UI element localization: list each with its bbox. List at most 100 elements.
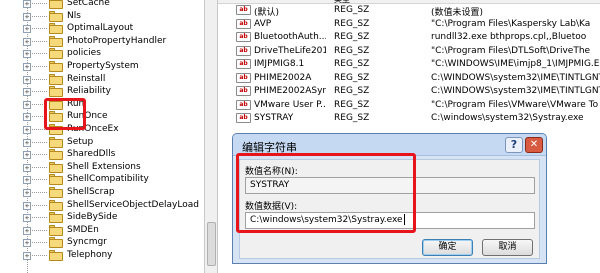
registry-tree: + SetCache + Nls + OptimalLayout + PhotoPropert… (0, 0, 204, 273)
string-value-icon: ab (236, 59, 251, 69)
tree-item-nls[interactable]: + Nls (0, 10, 204, 23)
folder-icon (49, 48, 63, 60)
value-row[interactable]: ab BluetoothAuth... REG_SZ rundll32.exe bth… (218, 31, 600, 44)
tree-item-propertysystem[interactable]: + PropertySystem (0, 60, 204, 73)
folder-icon (49, 61, 63, 72)
tree-item-sidebyside[interactable]: + SideBySide (0, 211, 204, 224)
value-row[interactable]: ab VMware User P... REG_SZ "C:\Program File… (218, 99, 600, 112)
value-row[interactable]: ab IMJPMIG8.1 REG_SZ "C:\WINDOWS\IME\imjp8_… (218, 58, 600, 71)
value-row[interactable]: ab SYSTRAY REG_SZ C:\windows\system32\Systr… (218, 112, 600, 125)
tree-item-reliability[interactable]: + Reliability (0, 85, 204, 98)
expand-icon[interactable]: + (23, 37, 31, 46)
tree-item-policies[interactable]: + policies (0, 47, 204, 60)
expand-icon[interactable]: + (23, 25, 31, 34)
tree-item-setup[interactable]: + Setup (0, 136, 204, 149)
value-data-cell: "C:\WINDOWS\IME\imjp8_1\IMJPMIG.EX (431, 59, 600, 69)
tree-item-label: Telephony (67, 250, 113, 260)
value-data-cell: "C:\Program Files\VMware\VMware To (431, 99, 599, 110)
close-button[interactable]: ✕ (525, 137, 543, 153)
tree-item-telephony[interactable]: + Telephony (0, 249, 204, 262)
tree-item-label: OptimalLayout (67, 23, 134, 34)
tree-scrollbar[interactable] (204, 0, 218, 273)
tree-item-label: SharedDlls (67, 149, 116, 160)
folder-icon (49, 174, 63, 186)
value-name-cell: BluetoothAuth... (254, 32, 326, 42)
scrollbar-thumb[interactable] (207, 222, 216, 266)
tree-connector (27, 78, 47, 80)
value-row[interactable]: ab AVP REG_SZ "C:\Program Files\Kaspersky L… (218, 18, 600, 31)
tree-item-shellcompatibility[interactable]: + ShellCompatibility (0, 173, 204, 186)
value-name-cell: IMJPMIG8.1 (254, 59, 305, 69)
tree-item-syncmgr[interactable]: + Syncmgr (0, 236, 204, 249)
expand-icon[interactable]: + (23, 252, 31, 260)
value-data-cell: "C:\Program Files\DTLSoft\DriveThe (431, 45, 591, 56)
value-name-cell: (默认) (254, 8, 280, 18)
expand-icon[interactable]: + (23, 176, 31, 185)
value-name-field: SYSTRAY (245, 177, 535, 194)
tree-connector (27, 66, 47, 67)
tree-item-label: ShellScrap (67, 187, 115, 197)
tree-item-runonce[interactable]: + RunOnce (0, 110, 204, 123)
cancel-button[interactable]: 取消 (482, 239, 533, 256)
expand-icon[interactable]: + (23, 0, 31, 8)
value-data-input[interactable]: C:\windows\system32\Systray.exe (245, 212, 535, 229)
value-row[interactable]: ab DriveTheLife2012 REG_SZ "C:\Program File… (218, 45, 600, 58)
tree-item-setcache[interactable]: + SetCache (0, 0, 204, 10)
dialog-title-bar[interactable]: 编辑字符串 ? ✕ (233, 134, 546, 156)
string-value-icon: ab (236, 18, 251, 29)
value-data-cell: C:\WINDOWS\system32\IME\TINTLGNT\T (431, 72, 600, 83)
tree-item-smden[interactable]: + SMDEn (0, 224, 204, 237)
tree-item-shellserviceobjectdelayload[interactable]: + ShellServiceObjectDelayLoad (0, 199, 204, 212)
tree-item-optimallayout[interactable]: + OptimalLayout (0, 22, 204, 35)
expand-icon[interactable]: + (23, 138, 31, 147)
value-row[interactable]: ab (默认) REG_SZ (数值未设置) (218, 4, 600, 18)
tree-connector (27, 154, 47, 156)
expand-icon[interactable]: + (23, 163, 31, 172)
value-name-cell: PHIME2002A (254, 72, 312, 83)
tree-connector (27, 116, 47, 118)
tree-item-shell-extensions[interactable]: + Shell Extensions (0, 161, 204, 174)
tree-item-run[interactable]: + Run (0, 98, 204, 111)
value-name-cell: DriveTheLife2012 (254, 45, 326, 56)
tree-connector (27, 192, 47, 193)
help-button[interactable]: ? (505, 137, 523, 153)
expand-icon[interactable]: + (23, 12, 31, 21)
tree-connector (27, 229, 47, 231)
expand-icon[interactable]: + (23, 113, 31, 122)
dialog-body: 数值名称(N): SYSTRAY 数值数据(V): C:\windows\sys… (239, 159, 540, 259)
tree-item-reinstall[interactable]: + Reinstall (0, 73, 204, 86)
value-name-cell: AVP (254, 18, 272, 29)
expand-icon[interactable]: + (23, 151, 31, 160)
tree-connector (27, 3, 47, 4)
expand-icon[interactable]: + (23, 63, 31, 71)
tree-item-runonceex[interactable]: + RunOnceEx (0, 123, 204, 136)
value-type-cell: REG_SZ (334, 45, 370, 56)
folder-icon (49, 136, 63, 148)
tree-connector (27, 242, 47, 244)
tree-item-label: ShellServiceObjectDelayLoad (67, 199, 199, 210)
tree-item-shareddlls[interactable]: + SharedDlls (0, 148, 204, 161)
expand-icon[interactable]: + (23, 126, 31, 134)
expand-icon[interactable]: + (23, 100, 31, 109)
expand-icon[interactable]: + (23, 214, 31, 223)
tree-item-label: SMDEn (67, 224, 99, 235)
expand-icon[interactable]: + (23, 201, 31, 210)
expand-icon[interactable]: + (23, 75, 31, 84)
tree-item-label: SideBySide (67, 212, 118, 223)
expand-icon[interactable]: + (23, 88, 31, 97)
ok-button[interactable]: 确定 (422, 239, 473, 256)
tree-item-shellscrap[interactable]: + ShellScrap (0, 186, 204, 199)
tree-connector (27, 91, 47, 93)
expand-icon[interactable]: + (23, 50, 31, 59)
tree-connector (27, 217, 47, 219)
expand-icon[interactable]: + (23, 189, 31, 197)
value-type-cell: REG_SZ (334, 18, 370, 29)
expand-icon[interactable]: + (23, 239, 31, 248)
tree-item-label: policies (67, 48, 101, 59)
value-row[interactable]: ab PHIME2002ASync REG_SZ C:\WINDOWS\system3… (218, 85, 600, 98)
tree-item-photopropertyhandler[interactable]: + PhotoPropertyHandler (0, 35, 204, 48)
value-row[interactable]: ab PHIME2002A REG_SZ C:\WINDOWS\system32\IM… (218, 72, 600, 85)
tree-item-label: Shell Extensions (67, 161, 141, 172)
folder-icon (49, 0, 63, 9)
expand-icon[interactable]: + (23, 226, 31, 235)
